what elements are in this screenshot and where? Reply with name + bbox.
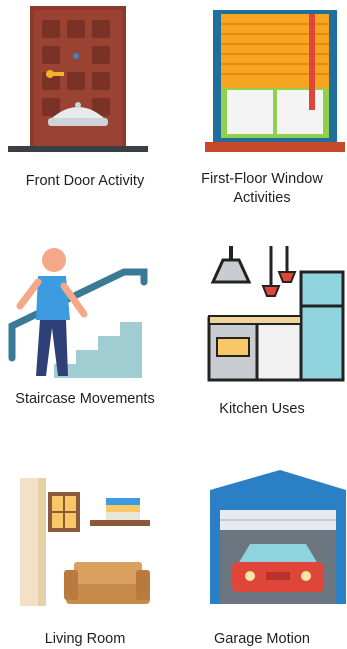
tile-label: Garage Motion: [214, 631, 310, 647]
kitchen-icon: [207, 246, 345, 382]
tile-staircase[interactable]: Staircase Movements: [0, 228, 170, 438]
tile-label: Front Door Activity: [25, 173, 145, 189]
front-door-icon: [8, 6, 148, 152]
tile-living-room[interactable]: Living Room: [0, 470, 170, 648]
activity-grid: Front Door Activity First-Floor Window A…: [0, 0, 347, 648]
tile-garage[interactable]: Garage Motion: [177, 470, 347, 648]
tile-window[interactable]: First-Floor Window Activities: [177, 0, 347, 210]
tile-kitchen[interactable]: Kitchen Uses: [177, 228, 347, 438]
living-room-icon: [20, 478, 150, 606]
tile-label: Kitchen Uses: [219, 401, 305, 417]
tile-label: First-Floor Window Activities: [201, 171, 323, 206]
garage-icon: [210, 470, 346, 604]
window-icon: [205, 10, 345, 152]
staircase-icon: [8, 248, 148, 378]
tile-label: Staircase Movements: [15, 391, 155, 407]
tile-label: Living Room: [44, 631, 126, 647]
tile-front-door[interactable]: Front Door Activity: [0, 0, 170, 210]
